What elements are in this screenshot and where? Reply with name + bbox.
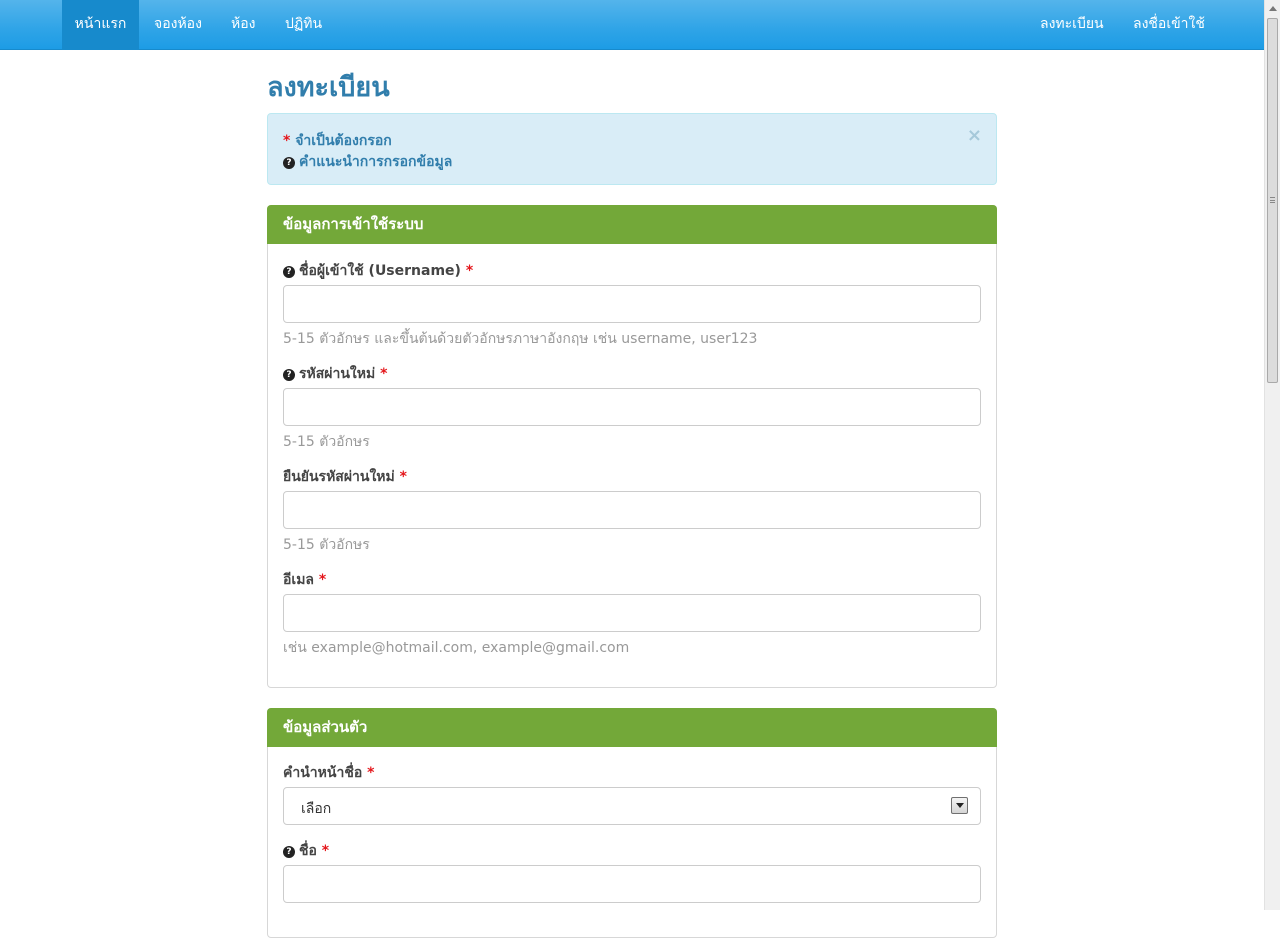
required-mark: *	[367, 765, 375, 781]
personal-panel-heading: ข้อมูลส่วนตัว	[267, 708, 997, 747]
first-name-label: ? ชื่อ *	[283, 842, 329, 860]
required-mark: *	[465, 263, 474, 279]
login-info-panel: ข้อมูลการเข้าใช้ระบบ ? ชื่อผู้เข้าใช้ (Us…	[267, 205, 997, 688]
question-circle-icon[interactable]: ?	[283, 846, 295, 858]
top-navbar: หน้าแรก จองห้อง ห้อง ปฏิทิน ลงทะเบียน ลง…	[0, 0, 1264, 50]
email-input[interactable]	[283, 594, 981, 632]
scroll-thumb[interactable]	[1267, 18, 1278, 383]
required-mark: *	[321, 843, 330, 859]
confirm-password-label-text: ยืนยันรหัสผ่านใหม่	[283, 469, 395, 485]
question-circle-icon[interactable]: ?	[283, 369, 295, 381]
confirm-password-label: ยืนยันรหัสผ่านใหม่ *	[283, 468, 407, 486]
password-help: 5-15 ตัวอักษร	[283, 434, 370, 450]
required-note: * จำเป็นต้องกรอก	[283, 130, 392, 152]
email-help: เช่น example@hotmail.com, example@gmail.…	[283, 640, 630, 656]
required-mark: *	[380, 366, 388, 382]
help-note[interactable]: ? คำแนะนำการกรอกข้อมูล	[283, 151, 452, 173]
nav-booking[interactable]: จองห้อง	[154, 0, 202, 49]
username-label-text: ชื่อผู้เข้าใช้ (Username)	[299, 263, 461, 279]
username-input[interactable]	[283, 285, 981, 323]
confirm-password-help: 5-15 ตัวอักษร	[283, 537, 370, 553]
question-circle-icon[interactable]: ?	[283, 266, 295, 278]
required-note-text: จำเป็นต้องกรอก	[295, 133, 392, 149]
page-scrollbar[interactable]	[1264, 0, 1280, 910]
confirm-password-input[interactable]	[283, 491, 981, 529]
help-note-text[interactable]: คำแนะนำการกรอกข้อมูล	[299, 154, 452, 170]
username-help: 5-15 ตัวอักษร และขึ้นต้นด้วยตัวอักษรภาษา…	[283, 331, 758, 347]
prefix-label-text: คำนำหน้าชื่อ	[283, 765, 363, 781]
prefix-selected-value: เลือก	[301, 801, 332, 817]
scroll-up-arrow-icon[interactable]	[1269, 6, 1277, 11]
required-mark: *	[399, 469, 407, 485]
login-panel-heading: ข้อมูลการเข้าใช้ระบบ	[267, 205, 997, 244]
nav-login[interactable]: ลงชื่อเข้าใช้	[1133, 0, 1205, 49]
nav-rooms[interactable]: ห้อง	[231, 0, 255, 49]
personal-info-panel: ข้อมูลส่วนตัว คำนำหน้าชื่อ * เลือก ? ชื่อ…	[267, 708, 997, 938]
required-mark: *	[283, 133, 291, 149]
password-input[interactable]	[283, 388, 981, 426]
username-label: ? ชื่อผู้เข้าใช้ (Username) *	[283, 262, 473, 280]
grip-icon	[1270, 197, 1275, 203]
prefix-label: คำนำหน้าชื่อ *	[283, 764, 374, 782]
first-name-label-text: ชื่อ	[299, 843, 317, 859]
info-alert: * จำเป็นต้องกรอก ? คำแนะนำการกรอกข้อมูล ×	[267, 113, 997, 185]
nav-register[interactable]: ลงทะเบียน	[1040, 0, 1104, 49]
page-title: ลงทะเบียน	[267, 72, 390, 103]
required-mark: *	[318, 572, 327, 588]
email-label-text: อีเมล	[283, 572, 315, 588]
password-label: ? รหัสผ่านใหม่ *	[283, 365, 387, 383]
chevron-down-icon[interactable]	[951, 797, 968, 814]
question-circle-icon: ?	[283, 157, 295, 169]
password-label-text: รหัสผ่านใหม่	[299, 366, 376, 382]
nav-calendar[interactable]: ปฏิทิน	[285, 0, 322, 49]
first-name-input[interactable]	[283, 865, 981, 903]
prefix-select[interactable]: เลือก	[283, 787, 981, 825]
close-icon[interactable]: ×	[967, 126, 982, 146]
email-label: อีเมล *	[283, 571, 326, 589]
nav-home[interactable]: หน้าแรก	[62, 0, 139, 49]
